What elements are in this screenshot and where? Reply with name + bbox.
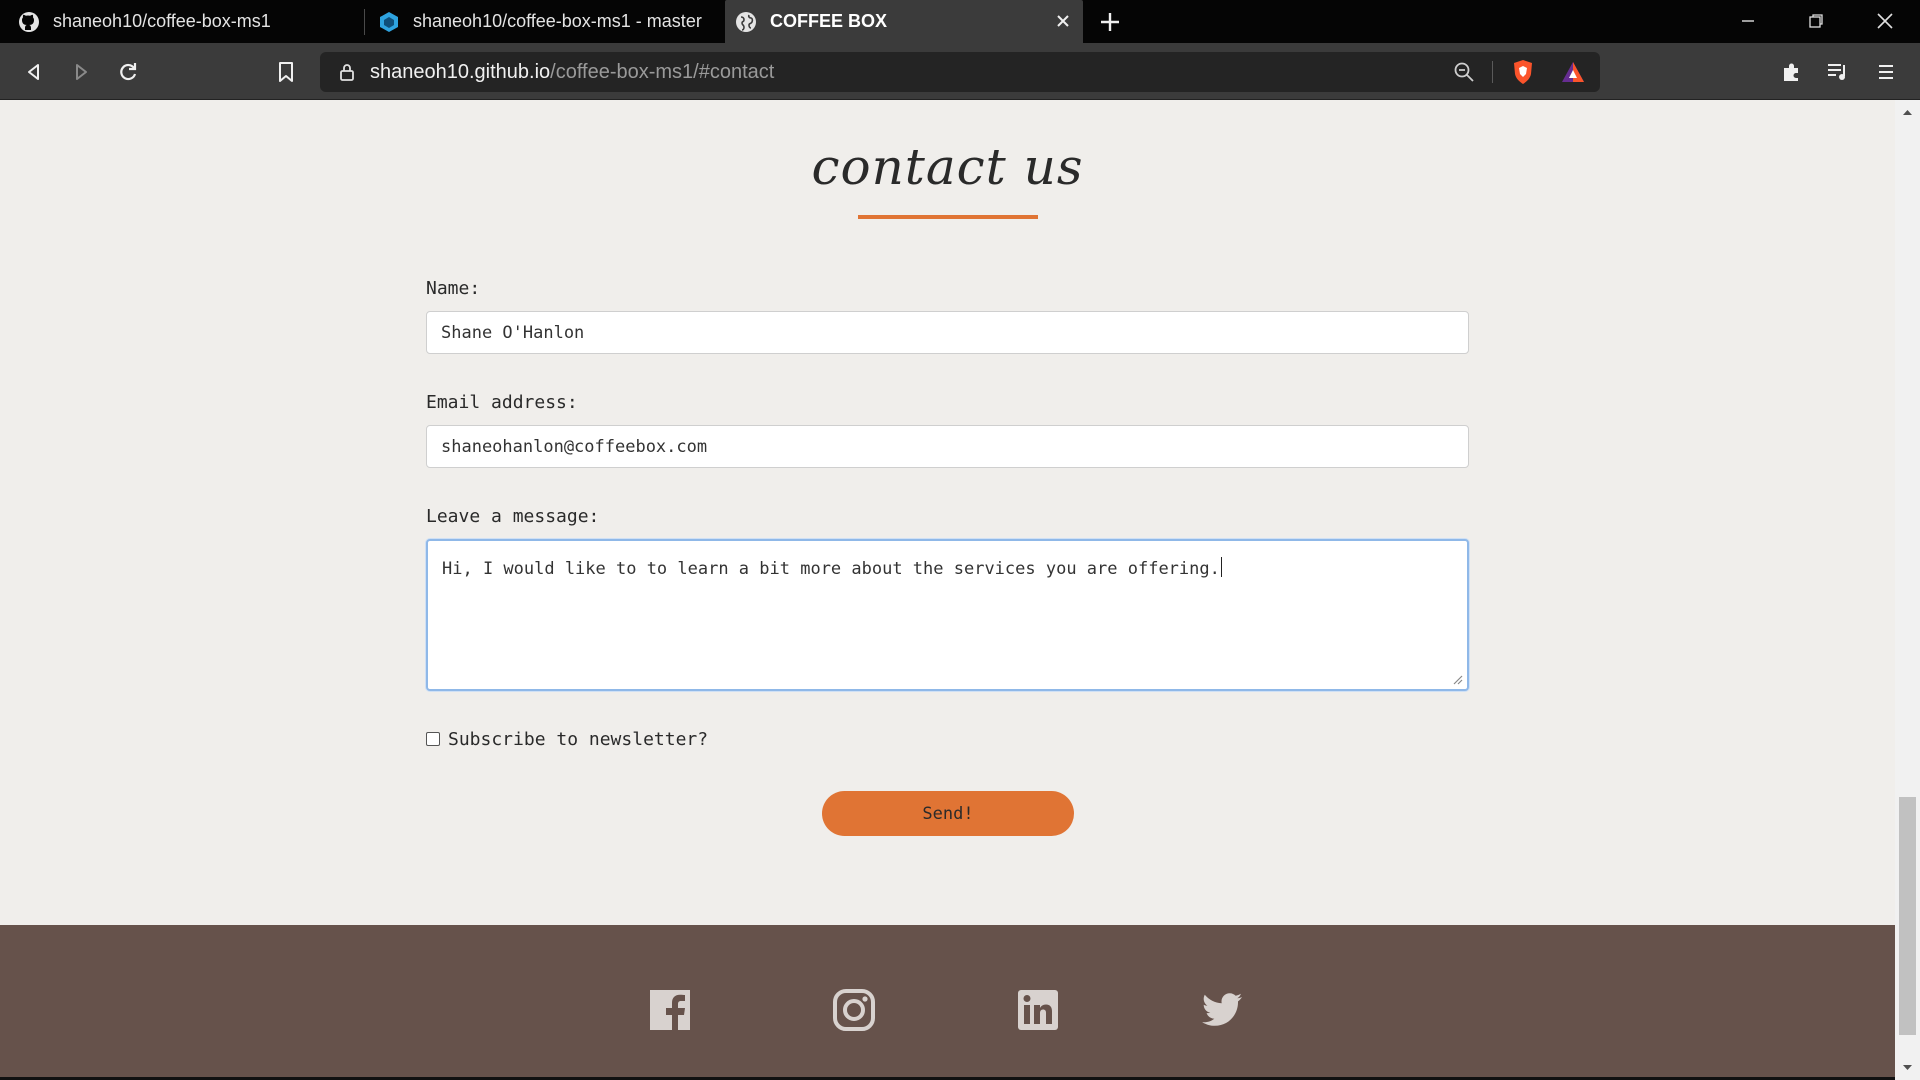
tab-title: shaneoh10/coffee-box-ms1 [53, 11, 271, 31]
twitter-icon[interactable] [1200, 988, 1244, 1032]
scroll-down-icon[interactable] [1901, 1061, 1914, 1074]
contact-heading: contact us [811, 138, 1084, 196]
brave-rewards-icon[interactable] [1560, 59, 1586, 85]
message-textarea[interactable]: Hi, I would like to to learn a bit more … [426, 539, 1469, 691]
browser-toolbar: shaneoh10.github.io/coffee-box-ms1/#cont… [0, 43, 1920, 100]
tab-repo-master[interactable]: shaneoh10/coffee-box-ms1 - master [378, 0, 718, 43]
github-icon [18, 11, 40, 33]
message-label: Leave a message: [426, 506, 600, 527]
name-field[interactable]: Shane O'Hanlon [426, 311, 1469, 354]
tab-title: shaneoh10/coffee-box-ms1 - master [413, 11, 702, 31]
email-label: Email address: [426, 392, 578, 413]
lock-icon[interactable] [334, 59, 360, 85]
tab-title: COFFEE BOX [770, 11, 888, 31]
facebook-icon[interactable] [648, 988, 692, 1032]
restore-icon[interactable] [1788, 6, 1844, 36]
site-footer [0, 925, 1895, 1080]
bookmark-icon[interactable] [270, 56, 302, 88]
tab-coffee-box[interactable]: COFFEE BOX [725, 0, 1083, 43]
back-icon[interactable] [18, 56, 50, 88]
heading-underline [858, 215, 1038, 219]
message-value: Hi, I would like to to learn a bit more … [442, 559, 1220, 579]
send-button[interactable]: Send! [822, 791, 1074, 836]
media-queue-icon[interactable] [1822, 56, 1854, 88]
page-content: contact us Name: Shane O'Hanlon Email ad… [0, 100, 1895, 1080]
page-scrollbar[interactable] [1895, 100, 1920, 1080]
newsletter-checkbox[interactable] [426, 732, 440, 746]
scrollbar-thumb[interactable] [1899, 797, 1916, 1035]
newsletter-label[interactable]: Subscribe to newsletter? [448, 729, 708, 750]
scroll-up-icon[interactable] [1901, 106, 1914, 119]
address-bar-divider [1492, 61, 1493, 83]
tab-separator [364, 9, 365, 35]
zoom-icon[interactable] [1451, 59, 1477, 85]
resize-grip-icon[interactable] [1451, 673, 1463, 685]
close-window-icon[interactable] [1857, 6, 1913, 36]
forward-icon[interactable] [65, 56, 97, 88]
close-tab-icon[interactable] [1053, 11, 1073, 31]
name-value: Shane O'Hanlon [441, 322, 585, 343]
menu-icon[interactable] [1870, 56, 1902, 88]
cube-icon [378, 11, 400, 33]
name-label: Name: [426, 278, 481, 299]
brave-shields-icon[interactable] [1510, 59, 1536, 85]
globe-icon [735, 11, 757, 33]
new-tab-icon[interactable] [1097, 9, 1123, 35]
email-value: shaneohanlon@coffeebox.com [441, 436, 708, 457]
minimize-icon[interactable] [1720, 6, 1776, 36]
tab-strip: shaneoh10/coffee-box-ms1 shaneoh10/coffe… [0, 0, 1920, 43]
instagram-icon[interactable] [832, 988, 876, 1032]
linkedin-icon[interactable] [1016, 988, 1060, 1032]
url-text[interactable]: shaneoh10.github.io/coffee-box-ms1/#cont… [370, 61, 774, 84]
reload-icon[interactable] [112, 56, 144, 88]
email-field[interactable]: shaneohanlon@coffeebox.com [426, 425, 1469, 468]
tab-github-repo[interactable]: shaneoh10/coffee-box-ms1 [18, 0, 363, 43]
address-bar[interactable]: shaneoh10.github.io/coffee-box-ms1/#cont… [320, 52, 1600, 92]
text-cursor [1220, 557, 1222, 577]
extensions-icon[interactable] [1776, 56, 1808, 88]
